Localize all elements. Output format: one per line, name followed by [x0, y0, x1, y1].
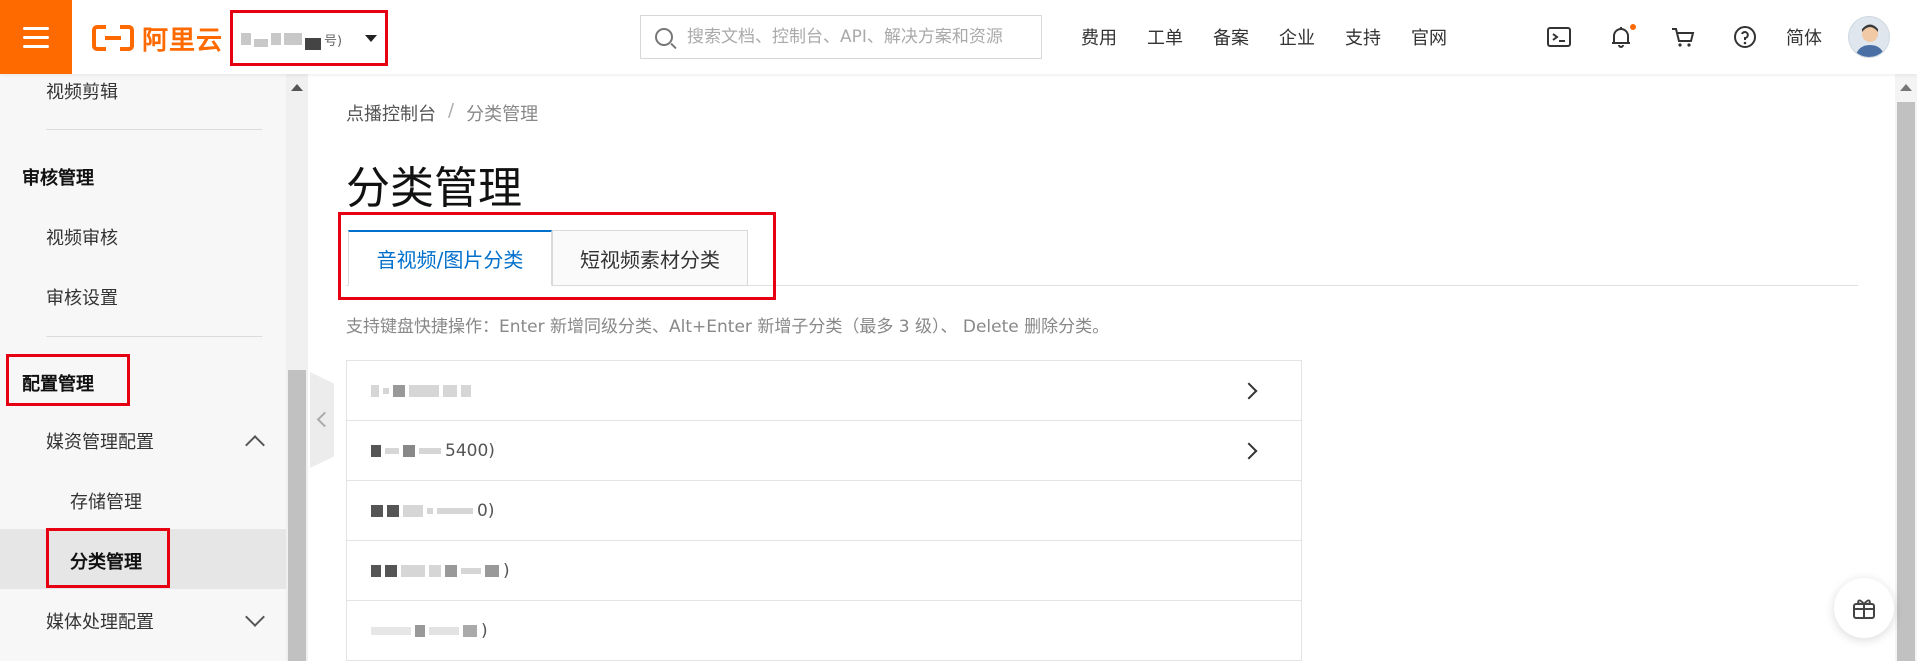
highlight-box-tabs [338, 212, 776, 300]
sidebar-item-media-config[interactable]: 媒资管理配置 [0, 428, 286, 454]
breadcrumb-separator: / [448, 100, 455, 121]
user-avatar[interactable] [1848, 16, 1890, 58]
list-item[interactable]: 5400) [347, 421, 1301, 481]
logo-text: 阿里云 [142, 25, 224, 56]
language-switch[interactable]: 简体 [1786, 24, 1822, 50]
sidebar-group-audit: 审核管理 [22, 168, 94, 189]
sidebar-item-storage[interactable]: 存储管理 [0, 488, 286, 514]
search-icon [655, 28, 673, 46]
account-suffix: 号) [324, 33, 343, 49]
sidebar-scrollbar[interactable] [286, 74, 308, 661]
highlight-box-category [46, 528, 170, 588]
main-scrollbar[interactable] [1895, 74, 1917, 661]
chevron-right-icon[interactable] [1240, 442, 1258, 460]
scrollbar-thumb[interactable] [1897, 102, 1915, 661]
keyboard-hint: 支持键盘快捷操作：Enter 新增同级分类、Alt+Enter 新增子分类（最多… [346, 317, 1110, 337]
category-list: 5400) 0) ) ) [346, 360, 1302, 661]
category-name-suffix: 5400) [445, 440, 495, 461]
category-name-suffix: ) [503, 560, 510, 581]
notification-dot [1630, 24, 1636, 30]
sidebar-item-media-processing[interactable]: 媒体处理配置 [0, 608, 286, 634]
list-item[interactable] [347, 361, 1301, 421]
sidebar: 视频剪辑 审核管理 视频审核 审核设置 配置管理 媒资管理配置 存储管理 分类管… [0, 74, 286, 661]
sidebar-divider [46, 129, 262, 130]
nav-ticket[interactable]: 工单 [1147, 24, 1183, 50]
nav-enterprise[interactable]: 企业 [1279, 24, 1315, 50]
sidebar-item-video-edit[interactable]: 视频剪辑 [0, 78, 286, 104]
category-name-redacted: ) [371, 561, 510, 581]
category-name-suffix: ) [481, 620, 488, 641]
breadcrumb-vod-console[interactable]: 点播控制台 [346, 100, 436, 126]
account-selector[interactable]: 号) [230, 10, 388, 66]
sidebar-item-video-audit[interactable]: 视频审核 [0, 224, 286, 250]
nav-icp[interactable]: 备案 [1213, 24, 1249, 50]
search-input[interactable] [687, 27, 1027, 47]
list-item[interactable]: ) [347, 541, 1301, 601]
scrollbar-thumb[interactable] [288, 370, 306, 661]
scroll-up-icon[interactable] [1900, 84, 1912, 91]
category-name-redacted [371, 384, 475, 397]
nav-support[interactable]: 支持 [1345, 24, 1381, 50]
page-title: 分类管理 [346, 163, 522, 214]
scroll-up-icon[interactable] [291, 84, 303, 91]
aliyun-logo[interactable]: 阿里云 [92, 22, 224, 56]
nav-fee[interactable]: 费用 [1081, 24, 1117, 50]
sidebar-divider [46, 336, 262, 337]
category-name-redacted: 0) [371, 501, 494, 521]
category-name-suffix: 0) [477, 500, 495, 521]
aliyun-logo-icon [92, 25, 134, 51]
list-item[interactable]: ) [347, 601, 1301, 661]
chevron-down-icon [365, 35, 377, 42]
category-name-redacted: ) [371, 621, 488, 641]
category-name-redacted: 5400) [371, 441, 495, 461]
search-box[interactable] [640, 15, 1042, 59]
highlight-box-config [6, 354, 130, 406]
chevron-right-icon[interactable] [1240, 382, 1258, 400]
breadcrumb: 点播控制台 / 分类管理 [346, 100, 538, 126]
menu-icon[interactable] [0, 0, 72, 74]
sidebar-collapse-handle[interactable] [310, 372, 334, 468]
top-nav: 费用 工单 备案 企业 支持 官网 [1066, 0, 1462, 74]
account-name-redacted: 号) [241, 27, 359, 51]
help-icon[interactable] [1714, 0, 1776, 74]
gift-icon[interactable] [1834, 578, 1894, 638]
cart-icon[interactable] [1652, 0, 1714, 74]
list-item[interactable]: 0) [347, 481, 1301, 541]
sidebar-item-audit-settings[interactable]: 审核设置 [0, 284, 286, 310]
terminal-icon[interactable] [1528, 0, 1590, 74]
bell-icon[interactable] [1590, 0, 1652, 74]
top-icons: 简体 [1528, 0, 1890, 74]
top-bar: 阿里云 号) 费用 工单 备案 企业 支持 官网 [0, 0, 1917, 74]
nav-official-site[interactable]: 官网 [1411, 24, 1447, 50]
breadcrumb-current: 分类管理 [466, 104, 539, 125]
